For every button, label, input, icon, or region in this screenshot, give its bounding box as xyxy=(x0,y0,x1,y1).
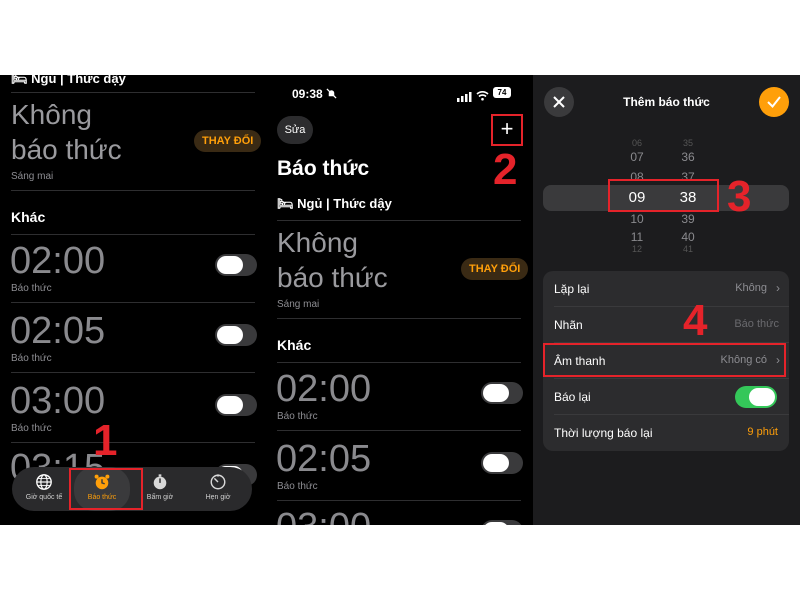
signal-icon xyxy=(457,89,472,107)
alarm-toggle[interactable] xyxy=(481,382,523,404)
option-snooze: Báo lại xyxy=(543,379,789,415)
confirm-button[interactable] xyxy=(759,87,789,117)
alarm-toggle[interactable] xyxy=(215,394,257,416)
page-title: Báo thức xyxy=(277,157,370,180)
alarm-toggle[interactable] xyxy=(481,520,523,525)
minute-option[interactable]: 40 xyxy=(673,230,703,244)
add-alarm-sheet: Thêm báo thức 06 07 08 09 10 11 12 35 36… xyxy=(533,75,800,525)
alarm-time[interactable]: 03:00 xyxy=(10,380,105,423)
divider xyxy=(11,190,255,191)
alarm-list-screen: 09:38 74 Sửa + Báo thức 🛏 Ngủ | Thức dậy… xyxy=(265,75,533,525)
snooze-toggle[interactable] xyxy=(735,386,777,408)
minute-option[interactable]: 35 xyxy=(673,138,703,148)
alarm-time[interactable]: 02:00 xyxy=(276,368,371,411)
hour-option[interactable]: 06 xyxy=(622,138,652,148)
divider xyxy=(277,362,521,363)
stopwatch-icon xyxy=(153,474,167,490)
hour-option[interactable]: 10 xyxy=(622,212,652,226)
alarm-toggle[interactable] xyxy=(481,452,523,474)
divider xyxy=(11,442,255,443)
top-margin xyxy=(0,0,800,75)
hour-option[interactable]: 12 xyxy=(622,244,652,254)
divider xyxy=(277,318,521,319)
tomorrow-label: Sáng mai xyxy=(277,299,320,310)
alarm-label: Báo thức xyxy=(11,353,52,364)
alarm-time[interactable]: 03:00 xyxy=(276,506,371,525)
other-section-title: Khác xyxy=(277,337,312,353)
divider xyxy=(11,92,255,93)
tomorrow-label: Sáng mai xyxy=(11,171,54,182)
status-time: 09:38 xyxy=(292,87,337,101)
alarm-time[interactable]: 02:00 xyxy=(10,240,105,283)
checkmark-icon xyxy=(767,96,781,109)
step-number: 3 xyxy=(727,172,752,221)
highlight-box-add-button xyxy=(491,114,523,146)
battery-indicator: 74 xyxy=(493,87,511,98)
alarm-time[interactable]: 02:05 xyxy=(276,438,371,481)
tab-world-clock[interactable]: Giờ quốc tế xyxy=(16,467,72,511)
edit-button[interactable]: Sửa xyxy=(277,116,313,144)
alarm-label: Báo thức xyxy=(11,283,52,294)
step-number: 1 xyxy=(93,416,118,465)
chevron-right-icon: › xyxy=(776,281,780,295)
bed-icon: 🛏 xyxy=(11,75,28,86)
divider xyxy=(11,302,255,303)
bell-slash-icon xyxy=(326,88,337,99)
highlight-box-alarm-tab xyxy=(69,468,143,510)
change-button[interactable]: THAY ĐỔI xyxy=(194,130,262,152)
alarm-list-screen-scrolled: 🛏 Ngủ | Thức dậy Không báo thức Sáng mai… xyxy=(0,75,265,525)
option-snooze-duration[interactable]: Thời lượng báo lại 9 phút xyxy=(543,415,789,451)
timer-icon xyxy=(210,474,226,490)
alarm-label: Báo thức xyxy=(277,411,318,422)
sleep-wake-header: 🛏 Ngủ | Thức dậy xyxy=(11,75,126,87)
sleep-wake-header: 🛏 Ngủ | Thức dậy xyxy=(277,196,392,211)
alarm-label: Báo thức xyxy=(11,423,52,434)
divider xyxy=(277,500,521,501)
minute-option[interactable]: 39 xyxy=(673,212,703,226)
step-number: 4 xyxy=(683,296,708,345)
divider xyxy=(11,234,255,235)
tab-timer[interactable]: Hẹn giờ xyxy=(190,467,246,511)
highlight-box-time-picker xyxy=(608,179,719,212)
wifi-icon xyxy=(476,88,489,106)
minute-option[interactable]: 41 xyxy=(673,244,703,254)
step-number: 2 xyxy=(493,145,518,194)
minute-option[interactable]: 36 xyxy=(673,150,703,164)
no-alarm-text: Không báo thức xyxy=(277,227,388,293)
option-label[interactable]: Nhãn Báo thức xyxy=(543,307,789,343)
hour-option[interactable]: 07 xyxy=(622,150,652,164)
divider xyxy=(277,430,521,431)
alarm-toggle[interactable] xyxy=(215,324,257,346)
change-button[interactable]: THAY ĐỔI xyxy=(461,258,529,280)
globe-icon xyxy=(36,474,52,490)
alarm-toggle[interactable] xyxy=(215,254,257,276)
bed-icon: 🛏 xyxy=(277,196,294,211)
highlight-box-sound-row xyxy=(543,343,786,377)
divider xyxy=(11,372,255,373)
bottom-margin xyxy=(0,525,800,600)
no-alarm-text: Không báo thức xyxy=(11,99,122,165)
option-repeat[interactable]: Lặp lại Không › xyxy=(543,271,789,307)
alarm-label: Báo thức xyxy=(277,481,318,492)
alarm-time[interactable]: 02:05 xyxy=(10,310,105,353)
hour-option[interactable]: 11 xyxy=(622,230,652,244)
divider xyxy=(277,220,521,221)
other-section-title: Khác xyxy=(11,209,46,225)
